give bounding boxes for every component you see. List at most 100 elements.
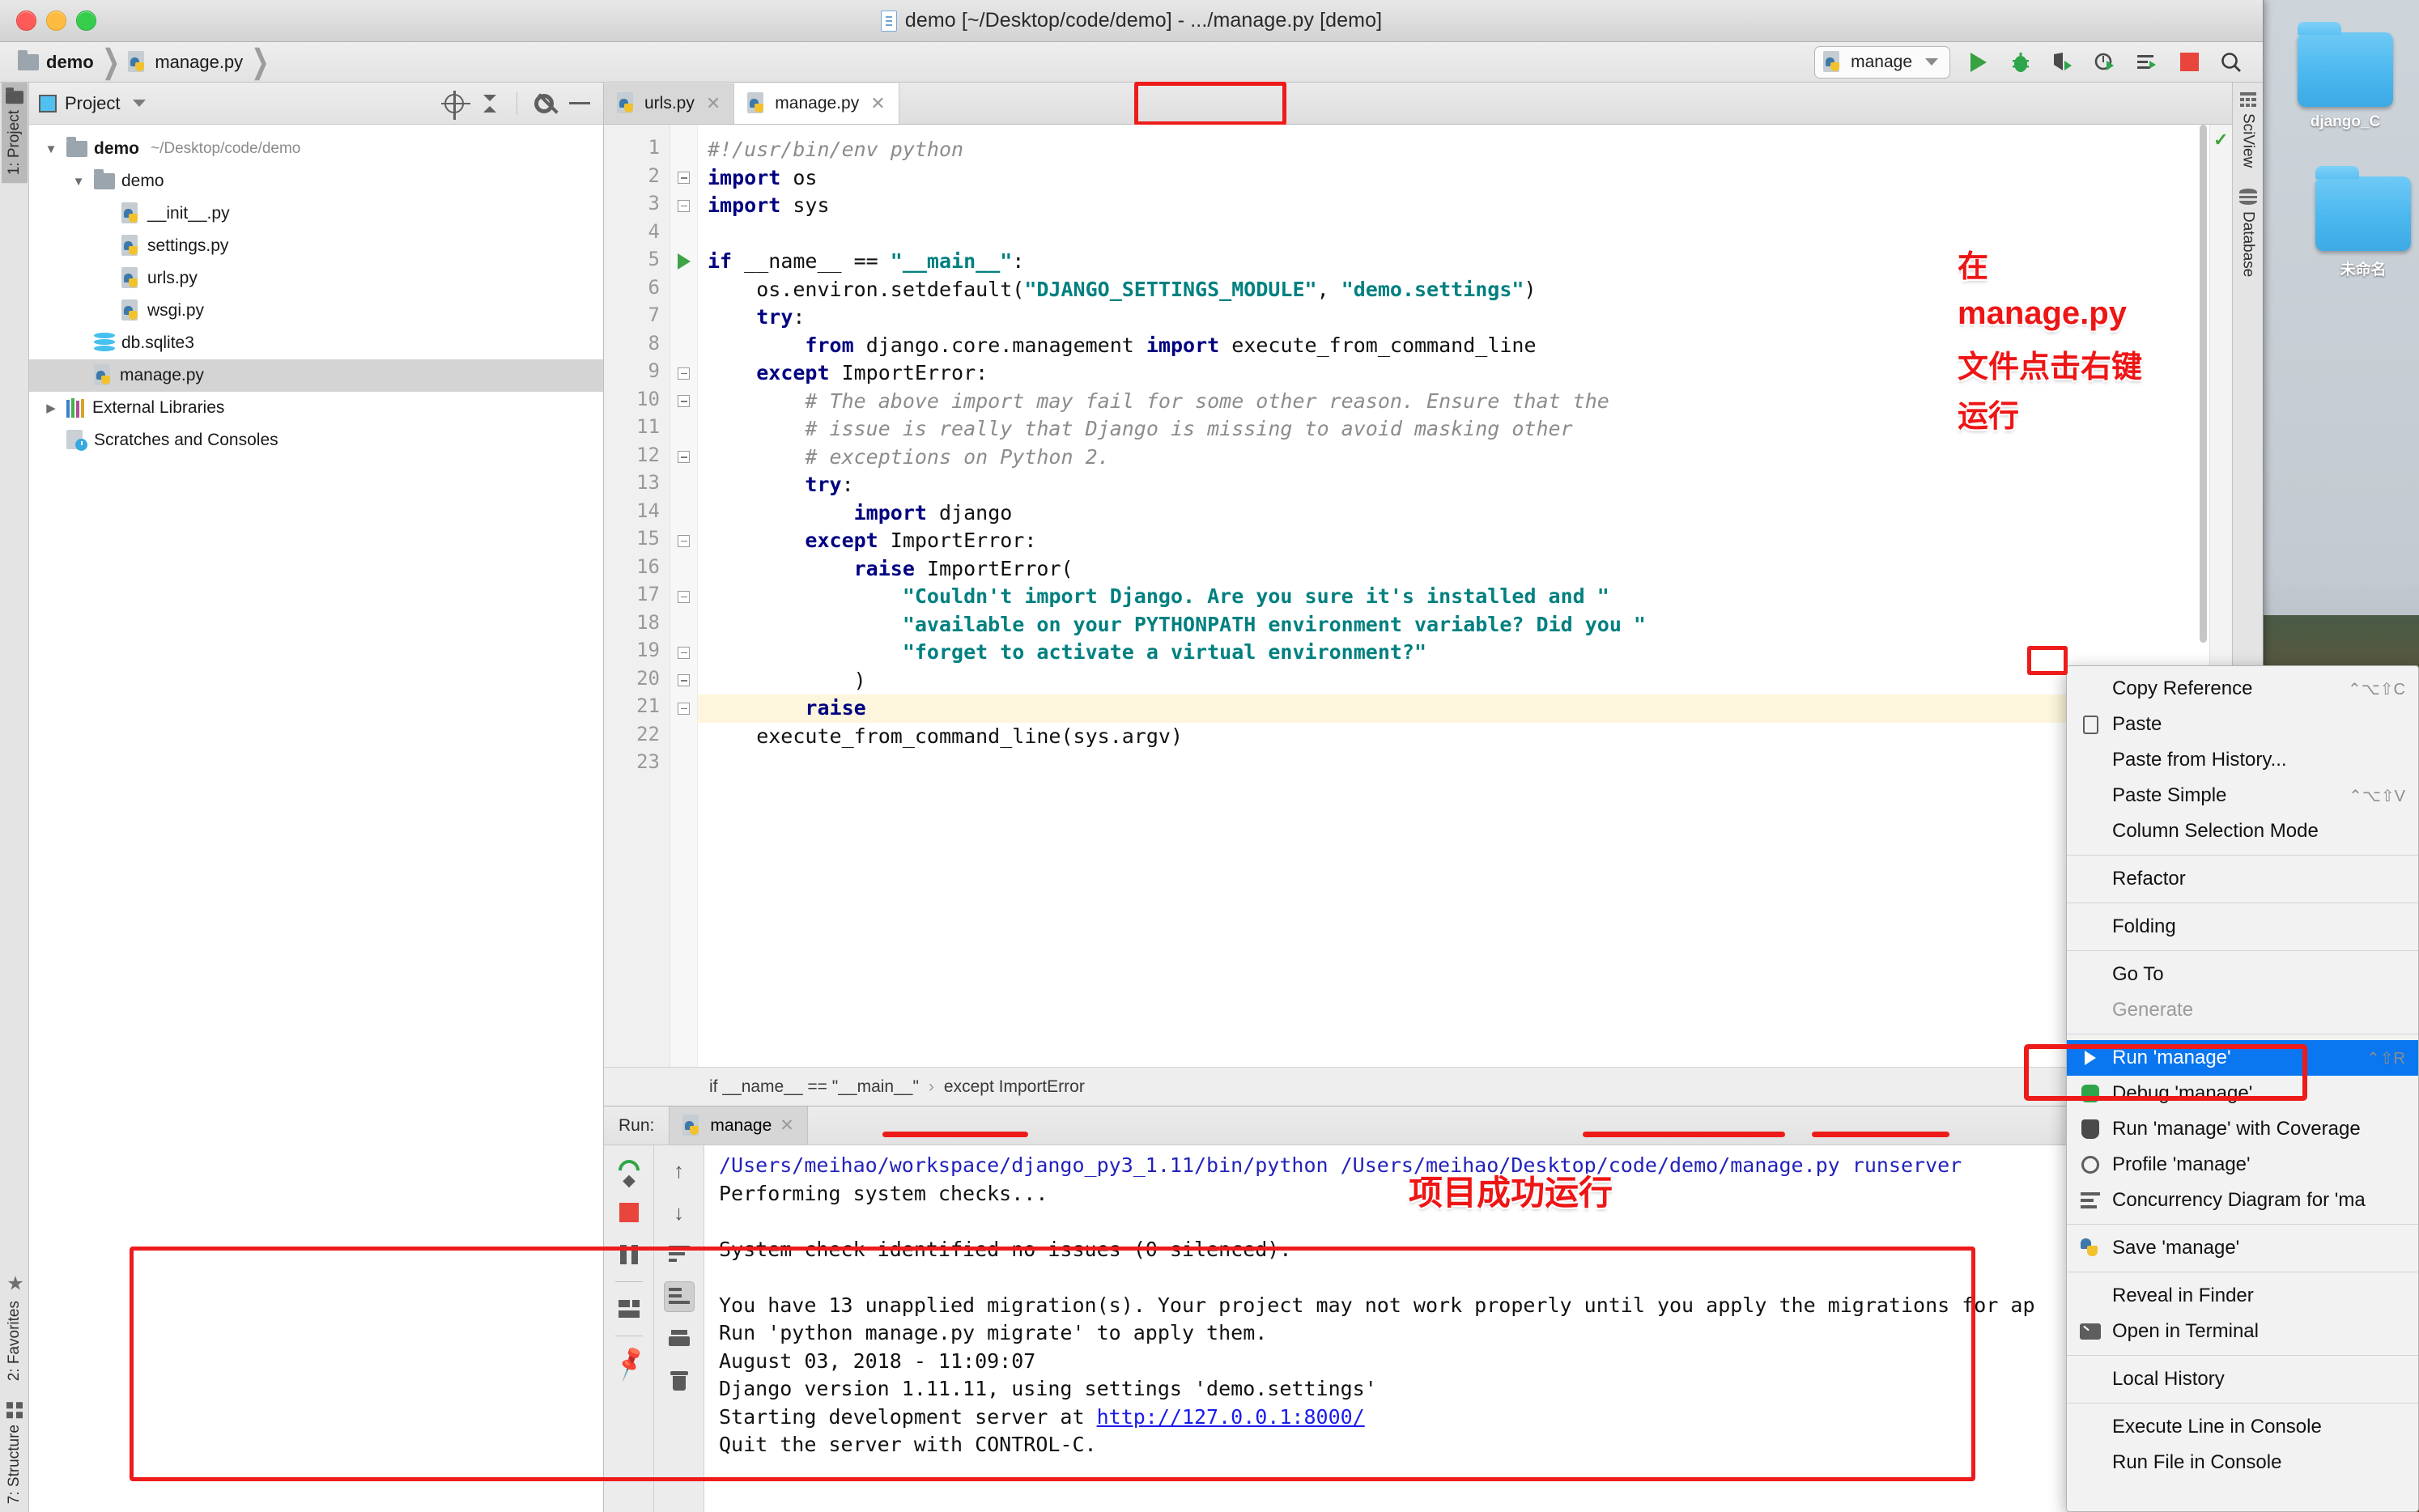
tree-item-scratches-and-consoles[interactable]: Scratches and Consoles: [29, 424, 603, 457]
code-editor[interactable]: 1 2 3 4 5 6 7 8 9 10 11 12 13 14 15 16 17 18 19 20 21 22 23 #!…: [604, 125, 2232, 1067]
tree-item-demo[interactable]: ▼ demo: [29, 165, 603, 197]
sidebar-item-database[interactable]: Database: [2238, 189, 2257, 278]
code-line[interactable]: ): [708, 667, 2209, 695]
scroll-down-button[interactable]: ↓: [664, 1197, 695, 1228]
code-line[interactable]: "Couldn't import Django. Are you sure it…: [708, 583, 2209, 611]
fold-minus-icon[interactable]: [678, 646, 690, 659]
desktop-folder-1[interactable]: 未命名: [2315, 166, 2411, 279]
pin-tab-button[interactable]: 📌: [610, 1345, 648, 1381]
editor-tab-urls[interactable]: urls.py ✕: [604, 83, 735, 124]
scroll-to-end-button[interactable]: [663, 1281, 695, 1312]
close-icon[interactable]: ✕: [706, 93, 721, 114]
menu-item-concurrency-diagram-for-ma[interactable]: Concurrency Diagram for 'ma: [2067, 1183, 2418, 1218]
fold-region[interactable]: [670, 220, 697, 248]
sidebar-item-sciview[interactable]: SciView: [2239, 92, 2257, 168]
tree-item-external-libraries[interactable]: ▶ External Libraries: [29, 392, 603, 424]
fold-minus-icon[interactable]: [678, 590, 690, 603]
server-url-link[interactable]: http://127.0.0.1:8000/: [1097, 1405, 1365, 1429]
run-gutter-icon[interactable]: [677, 253, 691, 270]
code-line[interactable]: raise ImportError(: [708, 555, 2209, 584]
fold-region[interactable]: [670, 723, 697, 751]
code-line[interactable]: "available on your PYTHONPATH environmen…: [708, 611, 2209, 639]
code-line[interactable]: # The above import may fail for some oth…: [708, 388, 2209, 416]
menu-item-profile-manage[interactable]: Profile 'manage': [2067, 1147, 2418, 1183]
collapse-all-button[interactable]: [476, 90, 504, 117]
menu-item-save-manage[interactable]: Save 'manage': [2067, 1230, 2418, 1266]
fold-region[interactable]: [670, 611, 697, 639]
chevron-down-icon[interactable]: [133, 100, 147, 107]
code-line[interactable]: import os: [708, 164, 2209, 193]
menu-item-run-file-in-console[interactable]: Run File in Console: [2067, 1445, 2418, 1480]
menu-item-paste-from-history[interactable]: Paste from History...: [2067, 742, 2418, 778]
tree-item-wsgi-py[interactable]: wsgi.py: [29, 295, 603, 327]
run-console-output[interactable]: /Users/meihao/workspace/django_py3_1.11/…: [704, 1145, 2232, 1512]
soft-wrap-button[interactable]: [664, 1239, 695, 1270]
code-line[interactable]: try:: [708, 471, 2209, 499]
breadcrumb-project[interactable]: demo: [18, 49, 94, 73]
menu-item-copy-reference[interactable]: Copy Reference ⌃⌥⇧C: [2067, 671, 2418, 707]
fold-minus-icon[interactable]: [678, 702, 690, 715]
menu-item-paste[interactable]: Paste: [2067, 707, 2418, 742]
fold-region[interactable]: [670, 248, 697, 276]
fold-region[interactable]: [670, 192, 697, 220]
editor-context-menu[interactable]: Copy Reference ⌃⌥⇧C Paste Paste from Histor…: [2066, 665, 2419, 1512]
code-content[interactable]: #!/usr/bin/env python import os import sys…: [698, 125, 2209, 1067]
fold-minus-icon[interactable]: [678, 367, 690, 380]
sidebar-item-structure[interactable]: 7: Structure: [2, 1389, 28, 1512]
code-line[interactable]: except ImportError:: [708, 527, 2209, 555]
fold-region[interactable]: [670, 639, 697, 667]
scroll-up-button[interactable]: ↑: [664, 1155, 695, 1186]
code-line[interactable]: [708, 750, 2209, 779]
fold-region[interactable]: [670, 667, 697, 695]
code-line[interactable]: try:: [708, 304, 2209, 332]
layout-button[interactable]: [614, 1293, 644, 1324]
stop-button[interactable]: [2175, 49, 2203, 76]
menu-item-local-history[interactable]: Local History: [2067, 1361, 2418, 1397]
fold-region[interactable]: [670, 750, 697, 779]
fold-region[interactable]: [670, 471, 697, 499]
fold-region[interactable]: [670, 332, 697, 360]
menu-item-open-in-terminal[interactable]: Open in Terminal: [2067, 1314, 2418, 1349]
fold-region[interactable]: [670, 359, 697, 388]
menu-item-refactor[interactable]: Refactor: [2067, 861, 2418, 897]
breadcrumb-file[interactable]: manage.py: [128, 50, 243, 74]
fold-region[interactable]: [670, 276, 697, 304]
close-icon[interactable]: ✕: [870, 93, 885, 114]
menu-item-run-manage-with-coverage[interactable]: Run 'manage' with Coverage: [2067, 1111, 2418, 1147]
stop-button[interactable]: [614, 1197, 644, 1228]
run-with-coverage-button[interactable]: [2049, 49, 2077, 76]
fold-minus-icon[interactable]: [678, 172, 690, 185]
code-folding-gutter[interactable]: [670, 125, 698, 1067]
scrollbar-thumb[interactable]: [2200, 125, 2207, 643]
breadcrumb-segment-0[interactable]: if __name__ == "__main__": [709, 1077, 919, 1097]
fold-minus-icon[interactable]: [678, 451, 690, 464]
code-line[interactable]: # issue is really that Django is missing…: [708, 415, 2209, 444]
code-line[interactable]: "forget to activate a virtual environmen…: [708, 639, 2209, 667]
search-everywhere-button[interactable]: [2217, 49, 2245, 76]
code-line[interactable]: import django: [708, 499, 2209, 528]
fold-region[interactable]: [670, 583, 697, 611]
fold-region[interactable]: [670, 444, 697, 472]
gear-icon[interactable]: [530, 90, 558, 117]
tree-item-manage-py[interactable]: manage.py: [29, 359, 603, 392]
menu-item-run-manage[interactable]: Run 'manage' ⌃⇧R: [2067, 1040, 2418, 1076]
run-button[interactable]: [1965, 49, 1992, 76]
breadcrumb-segment-1[interactable]: except ImportError: [944, 1077, 1085, 1097]
fold-region[interactable]: [670, 304, 697, 332]
profile-button[interactable]: [2091, 49, 2119, 76]
tree-item-db-sqlite3[interactable]: db.sqlite3: [29, 327, 603, 359]
code-line[interactable]: # exceptions on Python 2.: [708, 444, 2209, 472]
editor-tab-manage[interactable]: manage.py ✕: [734, 83, 899, 124]
fold-region[interactable]: [670, 527, 697, 555]
expand-arrow-icon[interactable]: ▼: [70, 175, 87, 189]
tree-item-settings-py[interactable]: settings.py: [29, 230, 603, 262]
fold-region[interactable]: [670, 555, 697, 584]
menu-item-paste-simple[interactable]: Paste Simple ⌃⌥⇧V: [2067, 778, 2418, 813]
run-tab-manage[interactable]: manage ✕: [669, 1106, 808, 1145]
project-tree[interactable]: ▼ demo ~/Desktop/code/demo ▼ demo __init__.py…: [29, 125, 603, 1512]
print-button[interactable]: [664, 1323, 695, 1354]
desktop-folder-0[interactable]: django_C: [2298, 22, 2393, 131]
hide-panel-button[interactable]: [566, 90, 593, 117]
expand-arrow-icon[interactable]: ▶: [42, 401, 60, 415]
fold-region[interactable]: [670, 388, 697, 416]
